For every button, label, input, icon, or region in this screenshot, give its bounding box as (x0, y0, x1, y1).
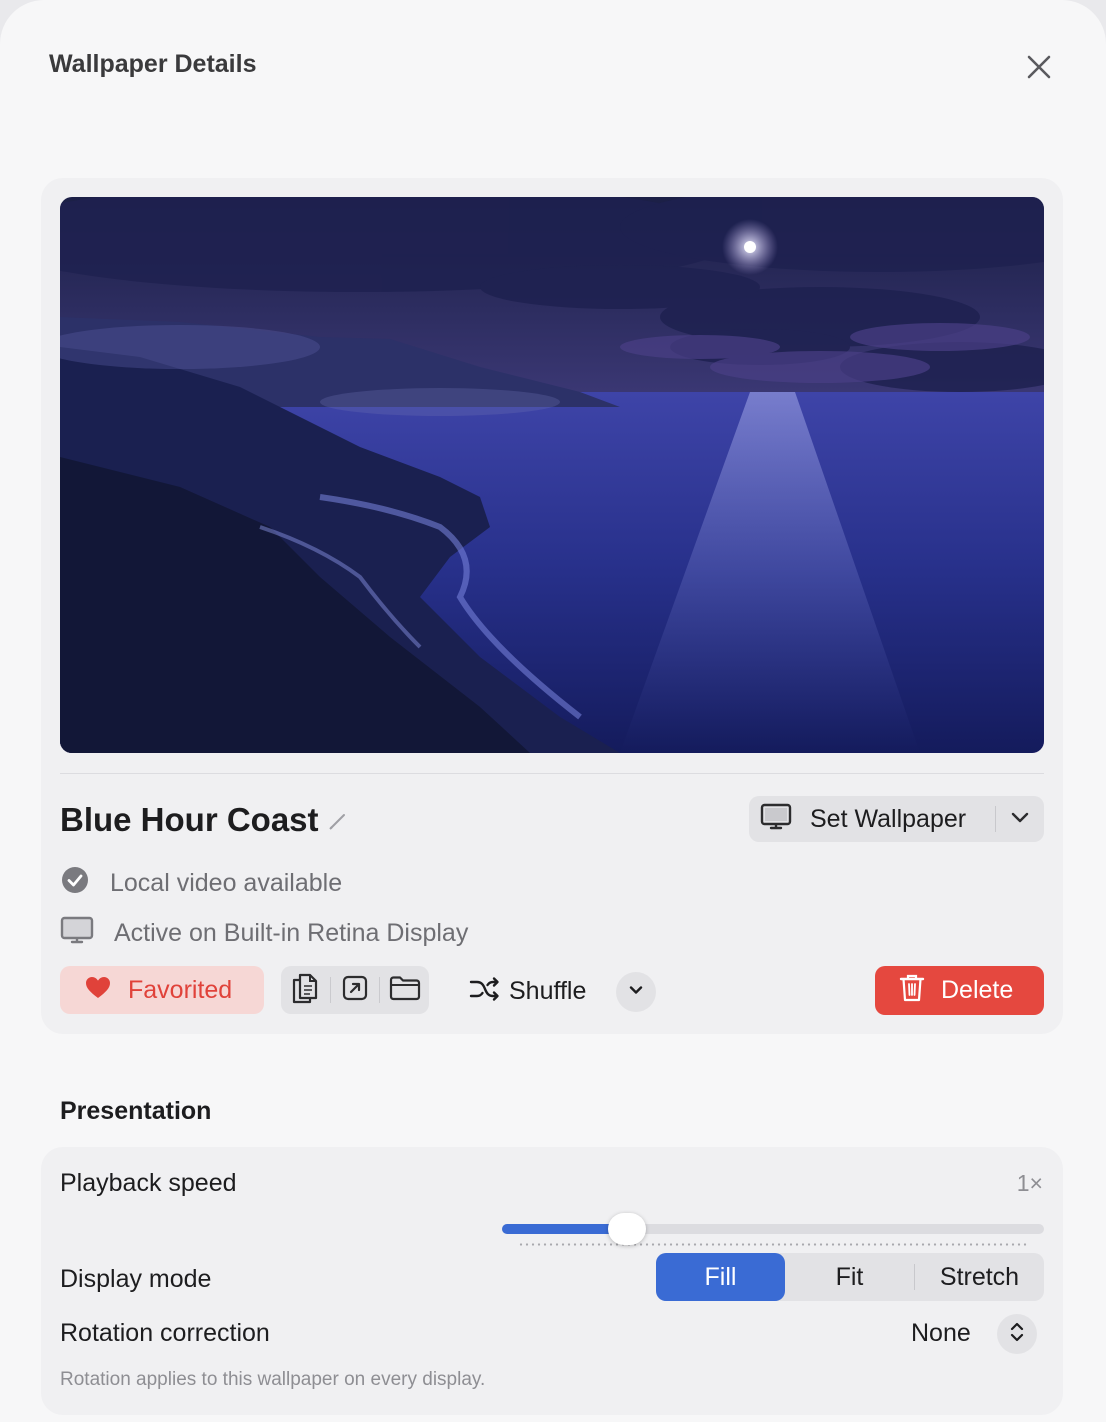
divider (60, 773, 1044, 774)
wallpaper-preview-image (60, 197, 1044, 753)
open-external-button[interactable] (331, 966, 380, 1014)
display-mode-option-stretch[interactable]: Stretch (915, 1253, 1044, 1301)
display-icon (760, 803, 792, 836)
status-active-display-label: Active on Built-in Retina Display (114, 919, 469, 947)
chevron-down-icon (628, 983, 644, 1001)
close-icon[interactable] (1020, 48, 1058, 86)
delete-button[interactable]: Delete (875, 966, 1044, 1015)
status-active-display: Active on Built-in Retina Display (60, 916, 468, 951)
pencil-icon[interactable] (327, 810, 349, 832)
wallpaper-details-dialog: Wallpaper Details Blue Hour Coast Set Wa… (0, 0, 1106, 1422)
presentation-card: Playback speed 1× Display mode Fill Fit … (41, 1147, 1063, 1415)
section-title-presentation: Presentation (60, 1097, 212, 1125)
wallpaper-name: Blue Hour Coast (60, 801, 319, 838)
delete-label: Delete (941, 976, 1014, 1004)
checkmark-circle-icon (60, 865, 90, 902)
status-local-video-label: Local video available (110, 869, 343, 897)
shuffle-options-button[interactable] (616, 972, 656, 1012)
rotation-correction-value[interactable]: None (911, 1319, 971, 1348)
set-wallpaper-control: Set Wallpaper (749, 796, 1044, 842)
copy-button[interactable] (281, 966, 330, 1014)
display-mode-option-fit[interactable]: Fit (785, 1253, 914, 1301)
shuffle-label: Shuffle (509, 976, 587, 1005)
playback-speed-value: 1× (1016, 1170, 1043, 1196)
display-mode-option-fill[interactable]: Fill (656, 1253, 785, 1301)
slider-ticks (518, 1243, 1028, 1246)
dialog-title: Wallpaper Details (49, 50, 257, 78)
trash-icon (899, 973, 925, 1008)
display-mode-label: Display mode (60, 1265, 212, 1293)
file-tools-group (281, 966, 429, 1014)
playback-speed-slider[interactable] (502, 1213, 1044, 1246)
heart-icon (85, 976, 111, 1005)
reveal-in-folder-button[interactable] (380, 966, 429, 1014)
rotation-correction-popup-button[interactable] (997, 1314, 1037, 1354)
chevron-down-icon (1010, 810, 1030, 829)
slider-thumb[interactable] (607, 1213, 646, 1245)
open-external-icon (342, 975, 368, 1006)
display-icon (60, 916, 94, 951)
wallpaper-card: Blue Hour Coast Set Wallpaper Local vide… (41, 178, 1063, 1034)
shuffle-icon (469, 976, 501, 1007)
folder-icon (389, 975, 421, 1006)
shuffle-button[interactable]: Shuffle (469, 970, 586, 1012)
playback-speed-label: Playback speed (60, 1169, 237, 1197)
status-local-video: Local video available (60, 865, 342, 902)
chevron-up-down-icon (1009, 1320, 1025, 1349)
rotation-footnote: Rotation applies to this wallpaper on ev… (60, 1369, 486, 1390)
set-wallpaper-button[interactable]: Set Wallpaper (749, 796, 995, 842)
copy-icon (291, 972, 319, 1009)
display-mode-segmented-control: Fill Fit Stretch (656, 1253, 1044, 1301)
set-wallpaper-menu-button[interactable] (996, 796, 1044, 842)
favorite-label: Favorited (128, 975, 233, 1004)
rotation-correction-label: Rotation correction (60, 1319, 270, 1347)
favorite-button[interactable]: Favorited (60, 966, 264, 1014)
set-wallpaper-label: Set Wallpaper (810, 804, 967, 833)
